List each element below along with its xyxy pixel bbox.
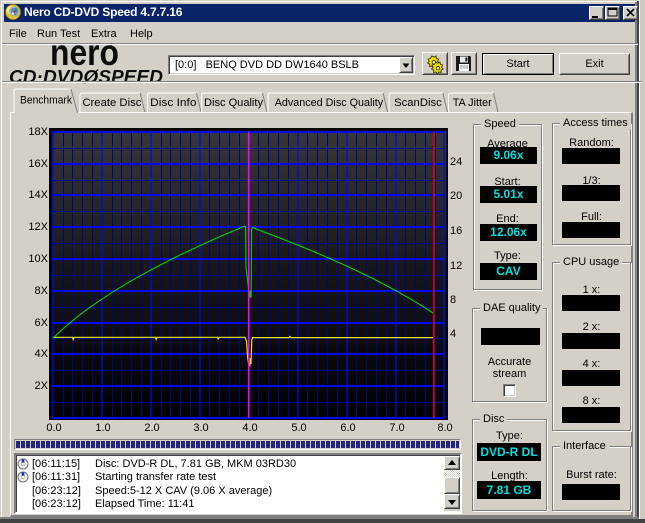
svg-text:Disc Info: Disc Info (150, 97, 196, 109)
svg-text:Disc Quality: Disc Quality (204, 97, 263, 109)
svg-text:Create Disc: Create Disc (82, 97, 142, 109)
svg-text:ScanDisc: ScanDisc (394, 97, 442, 109)
svg-text:Benchmark: Benchmark (20, 95, 72, 107)
svg-text:Advanced Disc Quality: Advanced Disc Quality (275, 97, 384, 109)
svg-text:TA Jitter: TA Jitter (453, 97, 492, 109)
